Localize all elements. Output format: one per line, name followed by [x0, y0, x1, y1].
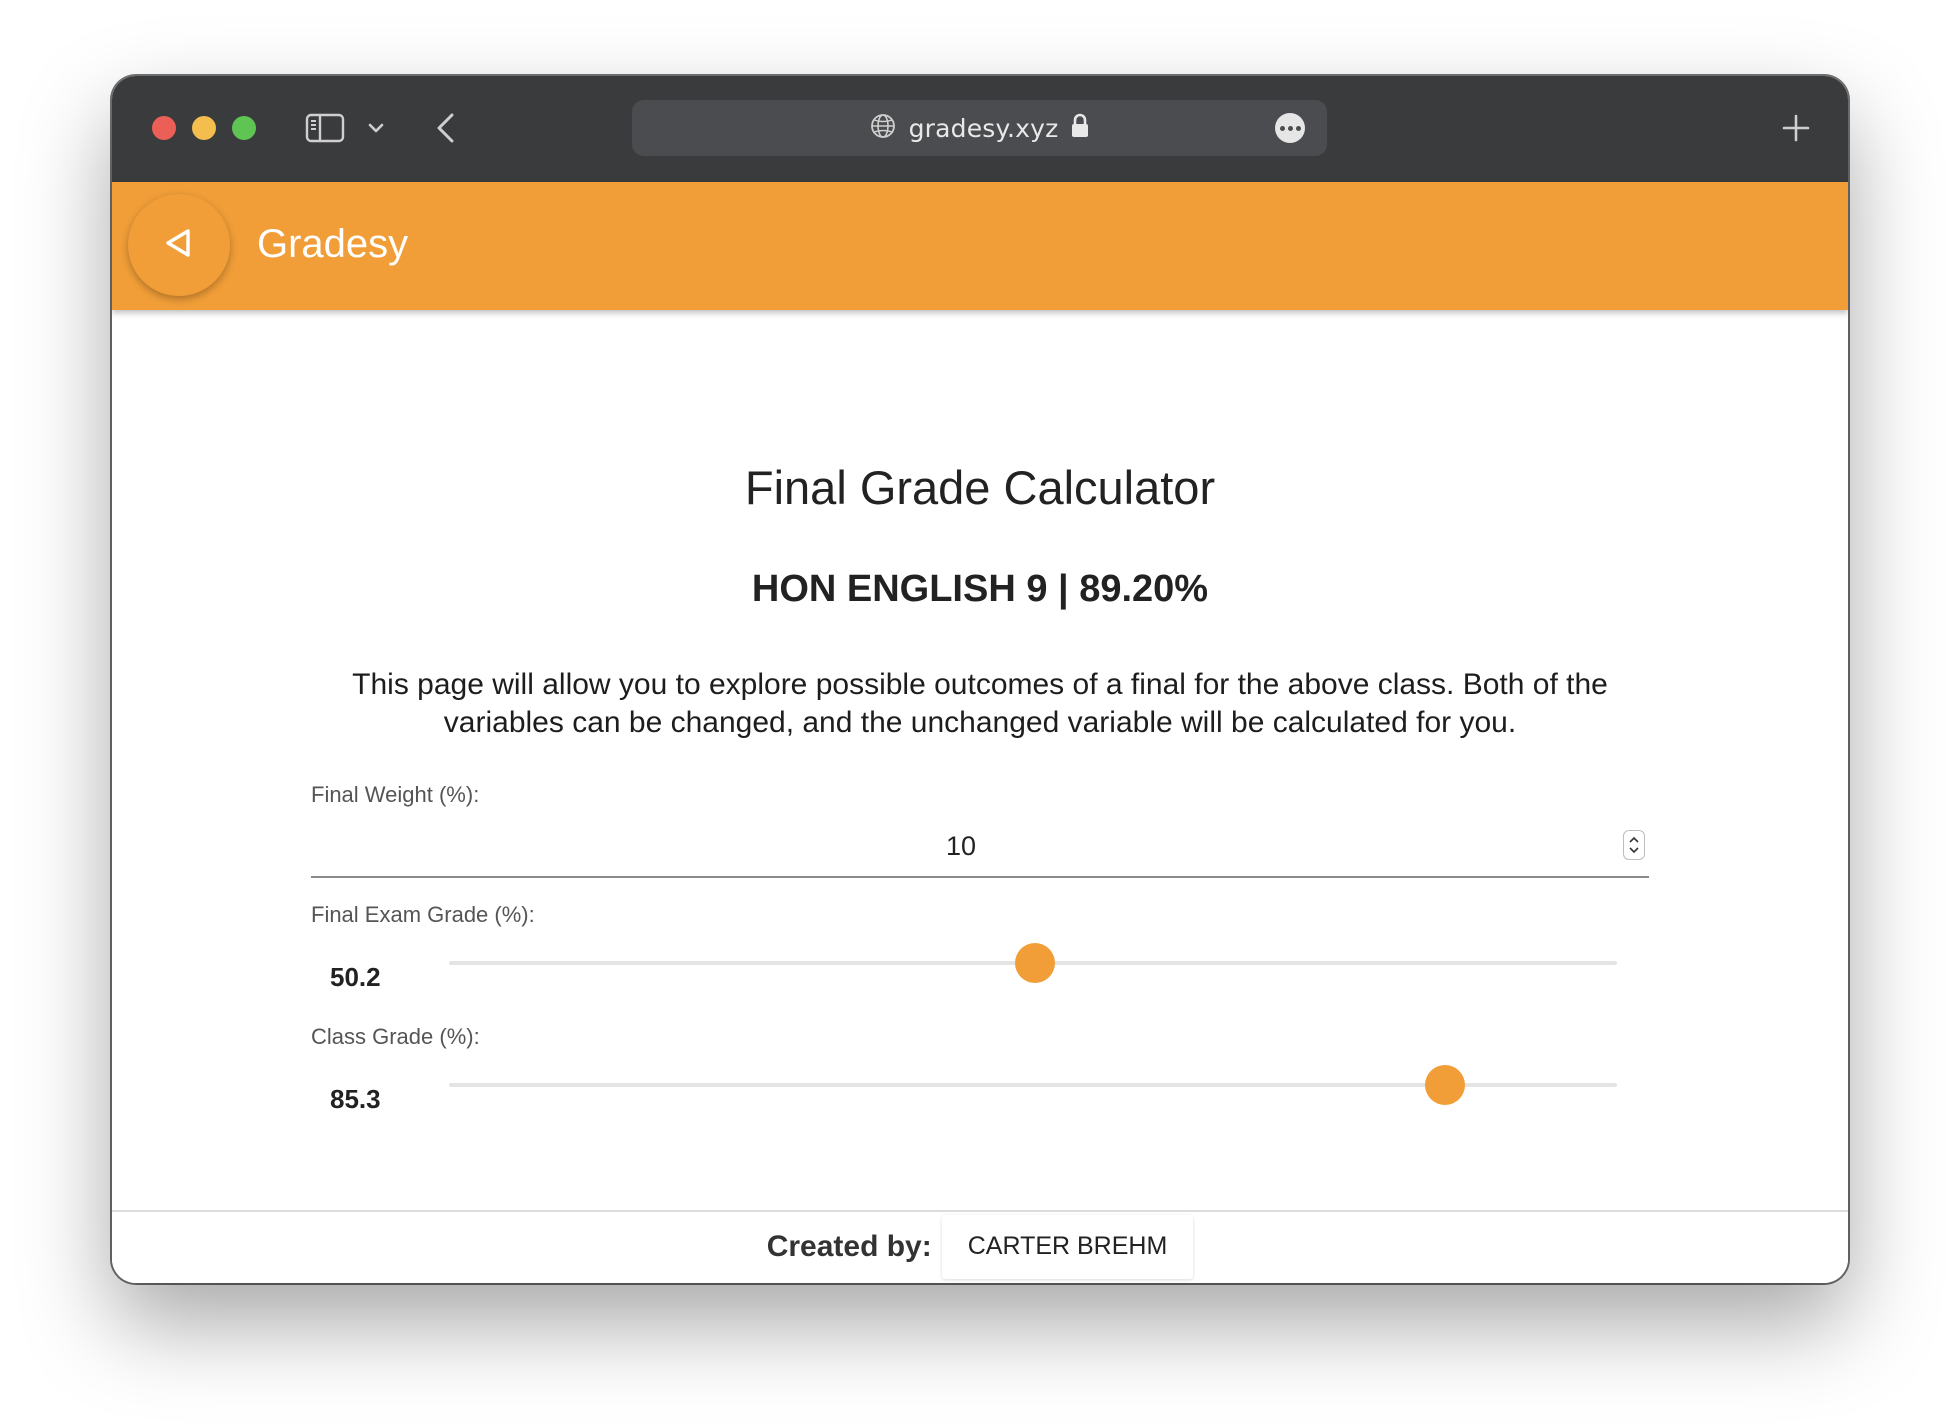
lock-icon [1070, 113, 1090, 144]
main-content: Final Grade Calculator HON ENGLISH 9 | 8… [112, 310, 1848, 1210]
number-stepper-icon[interactable] [1623, 830, 1645, 860]
sidebar-toggle-icon[interactable] [305, 112, 345, 144]
final-weight-input[interactable] [311, 818, 1611, 874]
back-button[interactable] [128, 194, 230, 296]
final-weight-field [311, 818, 1649, 878]
class-grade-slider[interactable] [449, 1065, 1617, 1105]
stage: gradesy.xyz Gradesy Final Grade Calculat… [0, 0, 1954, 1428]
chevron-down-icon[interactable] [364, 116, 388, 140]
page-menu-icon[interactable] [1275, 113, 1305, 143]
final-weight-label: Final Weight (%): [311, 782, 480, 807]
class-grade-slider-thumb[interactable] [1425, 1065, 1466, 1105]
author-button[interactable]: CARTER BREHM [941, 1214, 1194, 1279]
created-by-label: Created by: [766, 1229, 932, 1263]
app-title: Gradesy [257, 222, 409, 266]
browser-window: gradesy.xyz Gradesy Final Grade Calculat… [112, 76, 1848, 1283]
class-grade-label: Class Grade (%): [311, 1024, 480, 1049]
class-grade-value: 85.3 [330, 1084, 381, 1114]
final-exam-grade-slider-thumb[interactable] [1015, 943, 1056, 983]
final-exam-grade-slider[interactable] [449, 943, 1617, 983]
class-heading: HON ENGLISH 9 | 89.20% [751, 568, 1209, 610]
app-header: Gradesy [112, 182, 1848, 310]
globe-icon [869, 112, 897, 145]
close-window-button[interactable] [152, 116, 176, 140]
final-exam-grade-label: Final Exam Grade (%): [311, 902, 535, 927]
new-tab-plus-icon[interactable] [1778, 110, 1814, 146]
page-title: Final Grade Calculator [744, 461, 1216, 514]
back-triangle-icon [164, 227, 194, 264]
zoom-window-button[interactable] [232, 116, 256, 140]
url-text: gradesy.xyz [908, 113, 1059, 143]
page-description: This page will allow you to explore poss… [352, 668, 1608, 739]
final-exam-grade-value: 50.2 [330, 962, 381, 992]
back-chevron-icon[interactable] [430, 110, 460, 146]
minimize-window-button[interactable] [192, 116, 216, 140]
browser-toolbar: gradesy.xyz [112, 76, 1848, 184]
address-bar[interactable]: gradesy.xyz [632, 100, 1327, 156]
footer: Created by: CARTER BREHM [112, 1210, 1848, 1283]
